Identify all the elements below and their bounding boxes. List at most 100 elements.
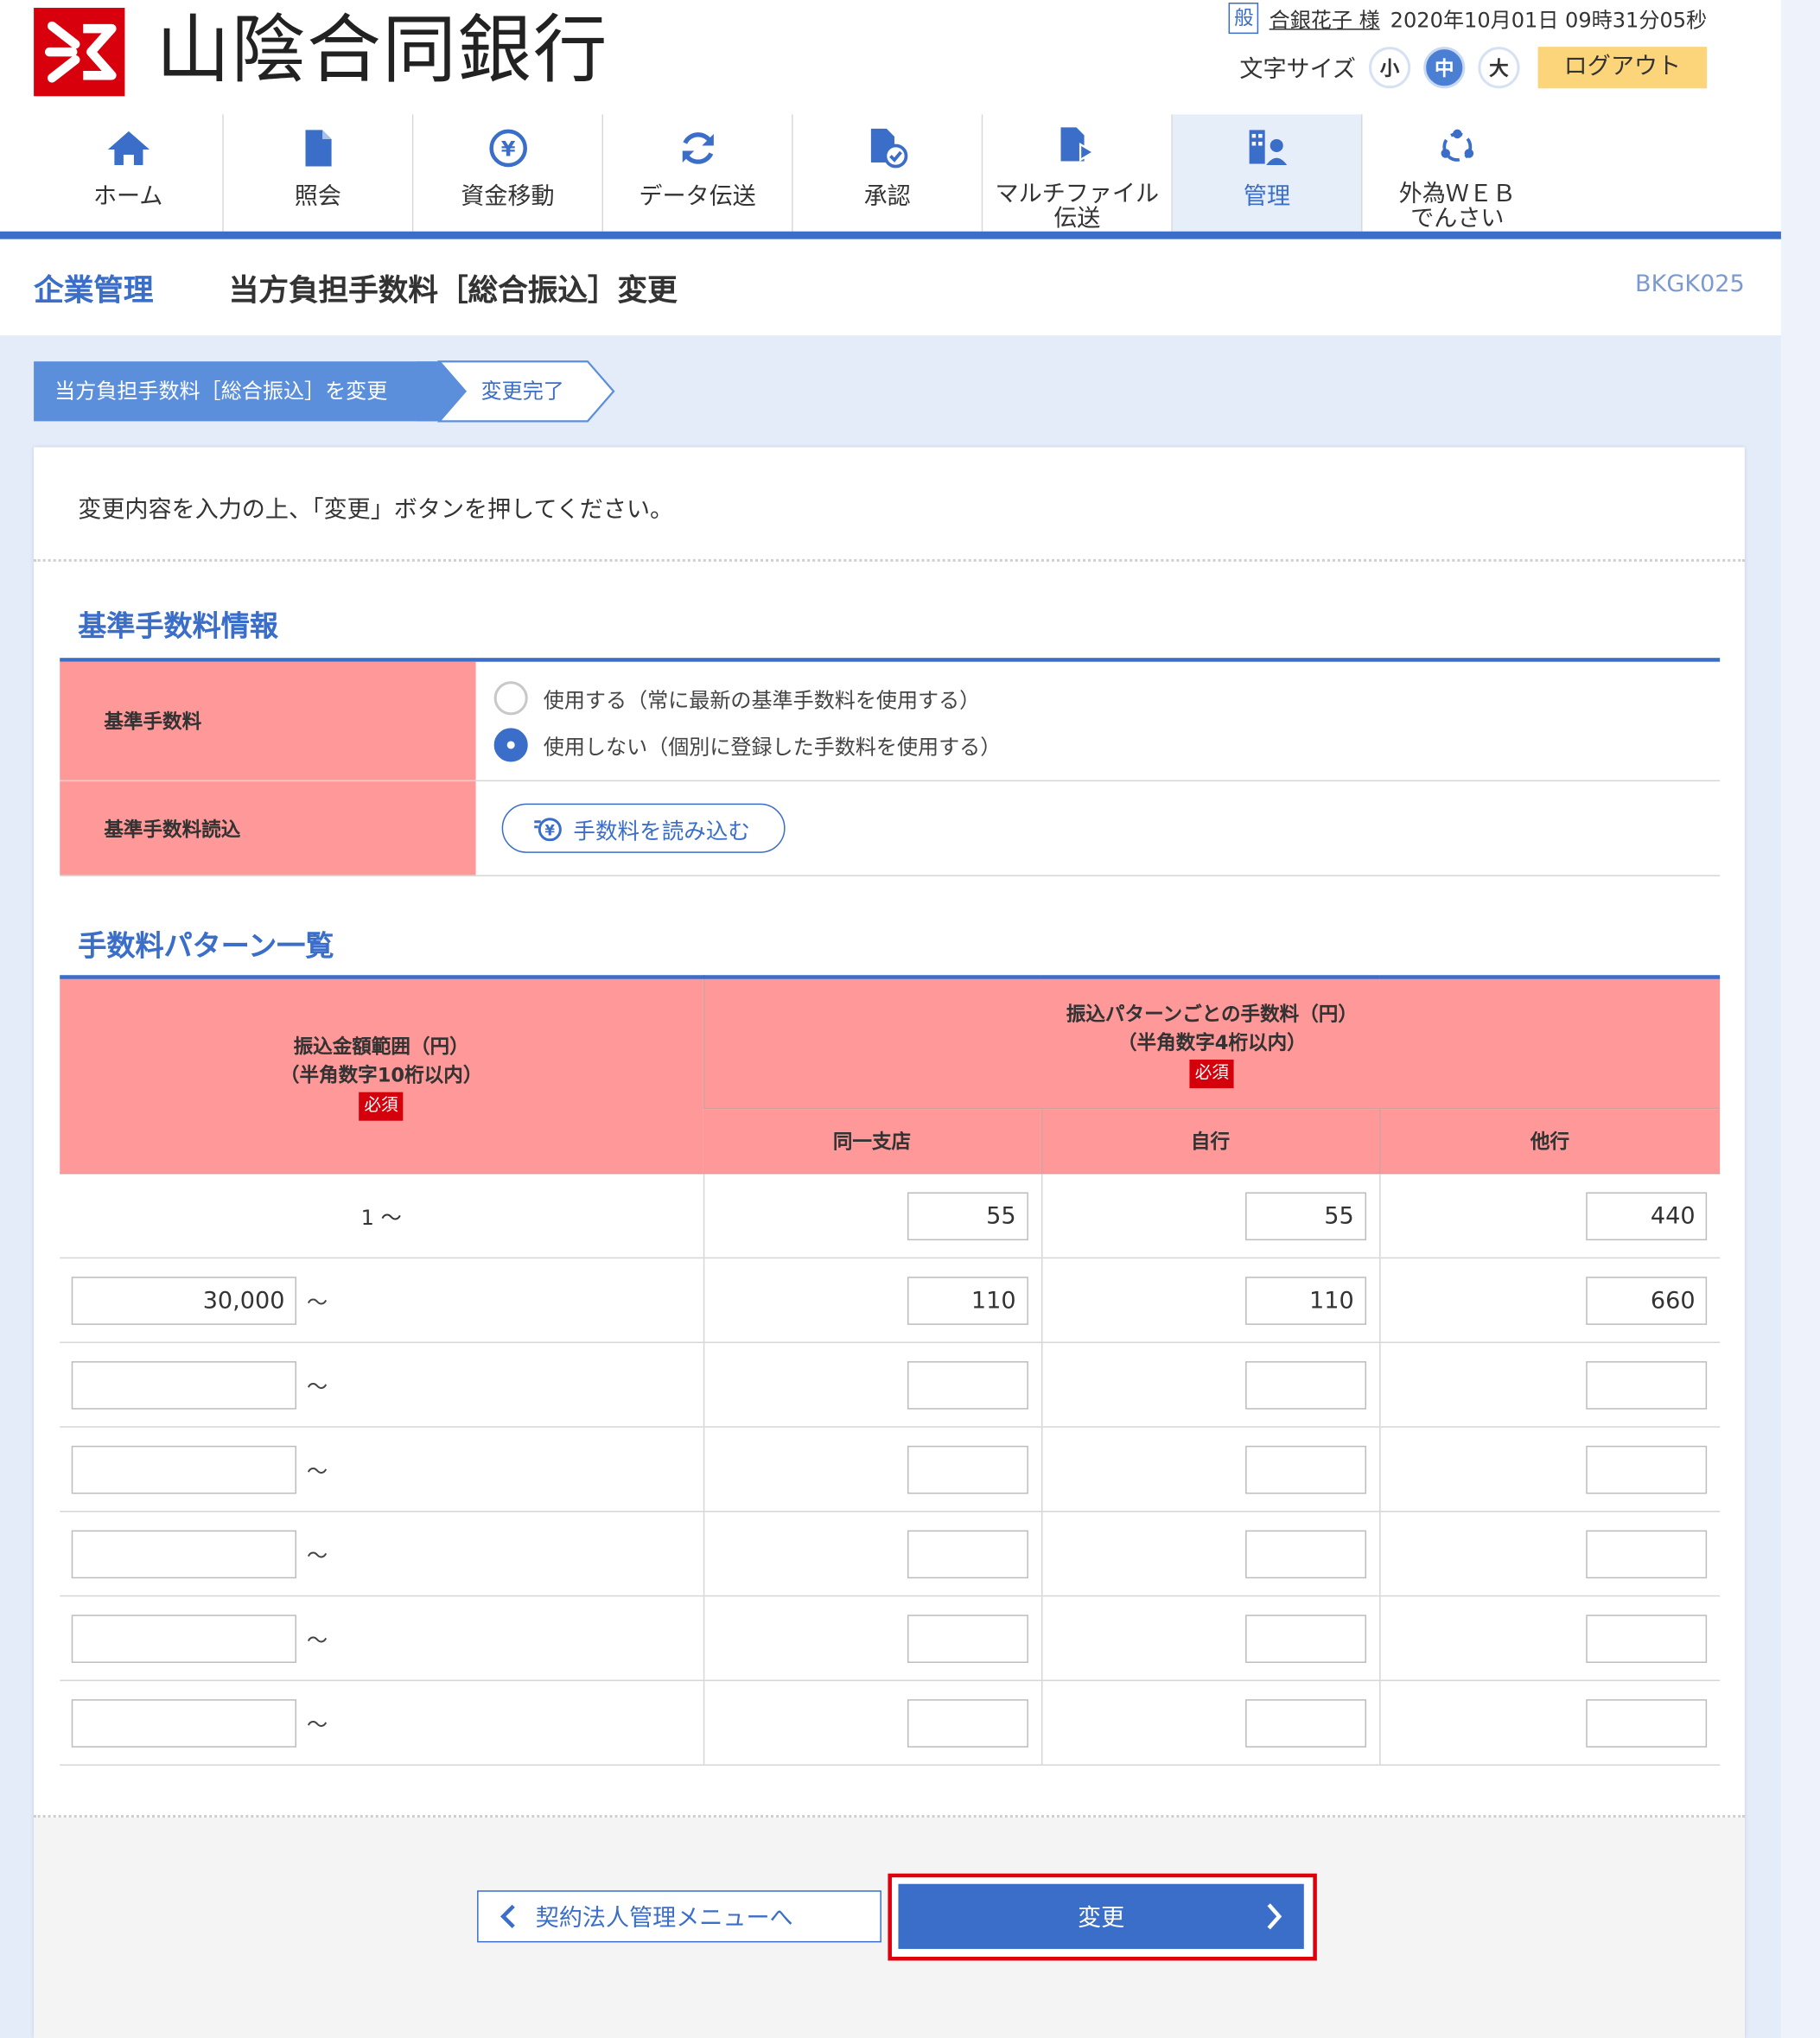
bank-logo xyxy=(34,8,125,97)
nav-fund-transfer[interactable]: ¥ 資金移動 xyxy=(413,114,603,232)
own-bank-fee-input[interactable] xyxy=(1244,1529,1366,1578)
own-bank-fee-input[interactable]: 55 xyxy=(1244,1191,1366,1240)
own-bank-cell xyxy=(1040,1342,1380,1428)
same-branch-fee-input[interactable] xyxy=(907,1360,1028,1409)
same-branch-fee-input[interactable] xyxy=(907,1614,1028,1663)
required-badge: 必須 xyxy=(359,1091,404,1120)
own-bank-cell xyxy=(1040,1595,1380,1682)
same-branch-fee-input[interactable] xyxy=(907,1445,1028,1493)
load-fee-button-label: 手数料を読み込む xyxy=(573,818,750,845)
nav-home[interactable]: ホーム xyxy=(34,114,224,232)
range-from-input[interactable] xyxy=(71,1445,296,1493)
back-button-label: 契約法人管理メニューへ xyxy=(535,1904,793,1933)
nav-approval[interactable]: 承認 xyxy=(793,114,983,232)
nav-data-transmission[interactable]: データ伝送 xyxy=(603,114,793,232)
page-title: 当方負担手数料［総合振込］変更 xyxy=(228,274,678,309)
same-branch-cell xyxy=(703,1426,1041,1513)
bank-name: 山陰合同銀行 xyxy=(156,8,609,94)
login-datetime: 2020年10月01日 09時31分05秒 xyxy=(1390,8,1708,33)
fee-pattern-heading: 手数料パターン一覧 xyxy=(78,931,334,964)
scrollbar-track[interactable] xyxy=(1780,0,1820,2038)
table-row: 1 ～ 55 55 440 xyxy=(60,1173,1721,1259)
same-branch-cell xyxy=(703,1342,1041,1428)
range-cell: ～ xyxy=(60,1680,703,1766)
range-from-input[interactable] xyxy=(71,1614,296,1663)
nav-label: データ伝送 xyxy=(639,183,756,211)
svg-text:¥: ¥ xyxy=(545,823,556,839)
same-branch-cell xyxy=(703,1680,1041,1766)
font-size-controls: 文字サイズ 小 中 大 ログアウト xyxy=(1239,47,1708,89)
yen-transfer-icon: ¥ xyxy=(488,129,527,168)
nav-label: 資金移動 xyxy=(461,183,555,211)
range-from-input[interactable] xyxy=(71,1529,296,1578)
table-row: ～ xyxy=(60,1342,1721,1428)
other-bank-fee-input[interactable] xyxy=(1586,1698,1708,1748)
other-bank-fee-input[interactable] xyxy=(1586,1360,1708,1409)
user-type-badge: 般 xyxy=(1228,3,1259,35)
own-bank-cell: 55 xyxy=(1040,1173,1380,1259)
nav-label: 承認 xyxy=(863,183,911,211)
same-branch-cell: 110 xyxy=(703,1258,1041,1343)
range-cell: ～ xyxy=(60,1426,703,1513)
range-from-input[interactable]: 30,000 xyxy=(71,1276,296,1325)
other-bank-fee-input[interactable]: 440 xyxy=(1586,1191,1708,1240)
radio-not-use-base[interactable]: 使用しない（個別に登録した手数料を使用する） xyxy=(493,722,1721,768)
font-size-medium-button[interactable]: 中 xyxy=(1423,47,1466,89)
radio-label: 使用する（常に最新の基準手数料を使用する） xyxy=(543,687,981,713)
document-icon xyxy=(304,130,331,167)
base-fee-options: 使用する（常に最新の基準手数料を使用する） 使用しない（個別に登録した手数料を使… xyxy=(476,662,1721,780)
screen-code: BKGK025 xyxy=(1635,270,1745,298)
range-start-text: 1 ～ xyxy=(360,1205,402,1231)
submit-change-button[interactable]: 変更 xyxy=(898,1883,1304,1949)
radio-circle-selected[interactable] xyxy=(493,728,528,762)
content-panel: 変更内容を入力の上、「変更」ボタンを押してください。 基準手数料情報 基準手数料… xyxy=(34,447,1745,2038)
radio-use-base[interactable]: 使用する（常に最新の基準手数料を使用する） xyxy=(493,675,1721,722)
other-bank-fee-input[interactable] xyxy=(1586,1445,1708,1493)
same-branch-fee-input[interactable] xyxy=(907,1698,1028,1748)
instruction-text: 変更内容を入力の上、「変更」ボタンを押してください。 xyxy=(78,496,674,525)
approve-icon xyxy=(870,128,907,169)
table-row: ～ xyxy=(60,1595,1721,1682)
own-bank-fee-input[interactable] xyxy=(1244,1445,1366,1493)
font-size-small-button[interactable]: 小 xyxy=(1369,47,1411,89)
range-tilde: ～ xyxy=(307,1712,328,1737)
nav-label: マルチファイル 伝送 xyxy=(995,181,1160,233)
nav-underline xyxy=(0,231,1781,239)
same-branch-fee-input[interactable] xyxy=(907,1529,1028,1578)
nav-inquiry[interactable]: 照会 xyxy=(224,114,414,232)
range-tilde: ～ xyxy=(307,1290,328,1315)
same-branch-fee-input[interactable]: 55 xyxy=(907,1191,1028,1240)
load-fee-button[interactable]: ¥ 手数料を読み込む xyxy=(501,803,786,853)
own-bank-fee-input[interactable]: 110 xyxy=(1244,1276,1366,1325)
other-bank-cell xyxy=(1378,1511,1721,1597)
home-icon xyxy=(107,131,150,166)
range-cell: 30,000 ～ xyxy=(60,1258,703,1343)
nav-fx-web[interactable]: 外為ＷＥＢ でんさい xyxy=(1363,114,1553,232)
own-bank-fee-input[interactable] xyxy=(1244,1614,1366,1663)
range-tilde: ～ xyxy=(307,1458,328,1484)
other-bank-fee-input[interactable]: 660 xyxy=(1586,1276,1708,1325)
step-complete: 変更完了 xyxy=(480,378,564,404)
same-branch-fee-input[interactable]: 110 xyxy=(907,1276,1028,1325)
font-size-label: 文字サイズ xyxy=(1239,55,1356,84)
range-from-input[interactable] xyxy=(71,1360,296,1409)
own-bank-fee-input[interactable] xyxy=(1244,1360,1366,1409)
font-size-large-button[interactable]: 大 xyxy=(1478,47,1520,89)
nav-management[interactable]: 管理 xyxy=(1172,114,1363,232)
base-fee-load-row: 基準手数料読込 ¥ 手数料を読み込む xyxy=(60,781,1721,876)
logout-button[interactable]: ログアウト xyxy=(1537,47,1708,89)
section-title: 企業管理 xyxy=(34,274,154,309)
nav-label: 照会 xyxy=(294,183,341,211)
other-bank-fee-input[interactable] xyxy=(1586,1614,1708,1663)
radio-circle[interactable] xyxy=(493,681,528,716)
other-bank-fee-input[interactable] xyxy=(1586,1529,1708,1578)
other-bank-cell xyxy=(1378,1595,1721,1682)
user-name-link[interactable]: 合銀花子 様 xyxy=(1270,3,1380,34)
fee-pattern-table: 振込金額範囲（円） （半角数字10桁以内） 必須 振込パターンごとの手数料（円）… xyxy=(60,975,1721,1766)
radio-label: 使用しない（個別に登録した手数料を使用する） xyxy=(543,734,1002,760)
nav-multifile[interactable]: マルチファイル 伝送 xyxy=(983,114,1173,233)
range-cell: ～ xyxy=(60,1595,703,1682)
back-to-menu-button[interactable]: 契約法人管理メニューへ xyxy=(477,1890,881,1943)
range-from-input[interactable] xyxy=(71,1698,296,1748)
own-bank-fee-input[interactable] xyxy=(1244,1698,1366,1748)
